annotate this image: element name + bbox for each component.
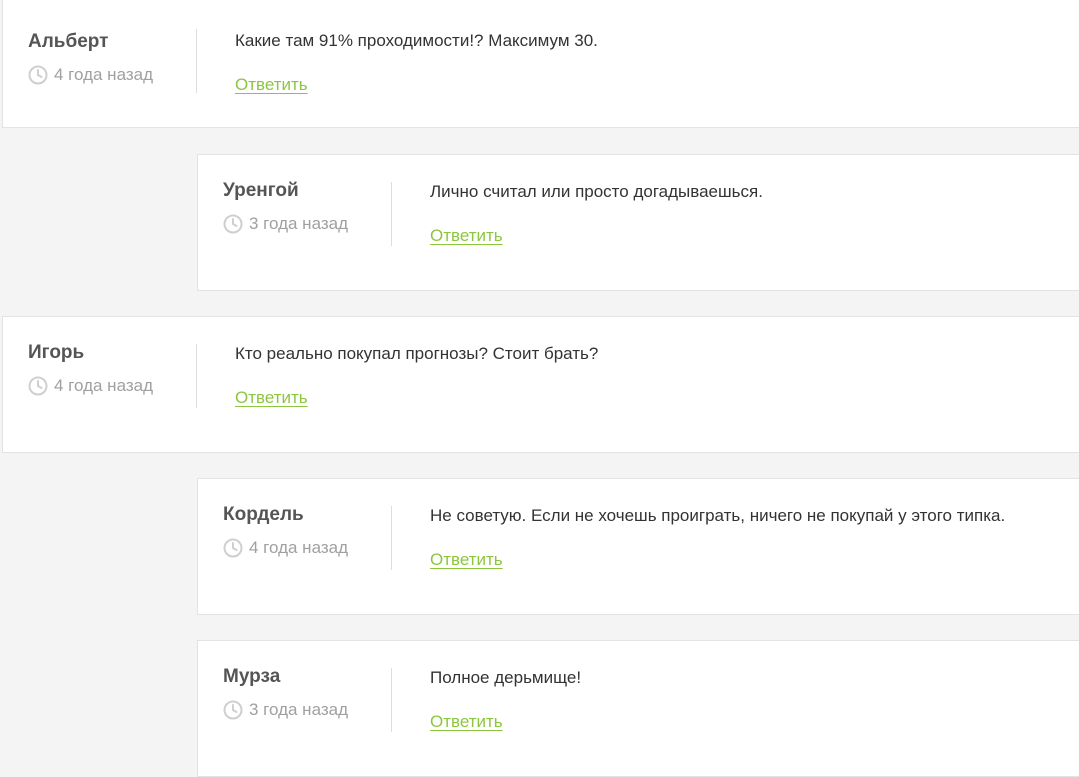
comment: Игорь 4 года назад Кто реально покупал п… — [2, 316, 1079, 453]
comment-meta: Уренгой 3 года назад — [223, 180, 393, 234]
comment-divider — [391, 506, 392, 570]
comment: Мурза 3 года назад Полное дерьмище! Отве… — [197, 640, 1079, 777]
comment-meta: Мурза 3 года назад — [223, 666, 393, 720]
comment-divider — [196, 29, 197, 93]
reply-link[interactable]: Ответить — [235, 387, 308, 409]
clock-icon — [28, 376, 48, 396]
comment-date-row: 4 года назад — [28, 65, 198, 85]
comment-author: Уренгой — [223, 180, 299, 201]
clock-icon — [28, 65, 48, 85]
comment-date: 4 года назад — [54, 65, 154, 84]
comment-divider — [391, 182, 392, 246]
comment-date: 4 года назад — [54, 376, 154, 395]
comment-meta: Кордель 4 года назад — [223, 504, 393, 558]
clock-icon — [223, 538, 243, 558]
comment-divider — [196, 344, 197, 408]
comment: Альберт 4 года назад Какие там 91% прохо… — [2, 0, 1079, 128]
comment-author: Мурза — [223, 666, 281, 687]
comment-body: Полное дерьмище! Ответить — [430, 667, 1059, 733]
comment-date-row: 3 года назад — [223, 214, 393, 234]
comment-text: Какие там 91% проходимости!? Максимум 30… — [235, 31, 598, 50]
comment-meta: Альберт 4 года назад — [28, 31, 198, 85]
comment-date-row: 3 года назад — [223, 700, 393, 720]
comment-text: Кто реально покупал прогнозы? Стоит брат… — [235, 344, 599, 363]
clock-icon — [223, 214, 243, 234]
comment-date-row: 4 года назад — [223, 538, 393, 558]
comment-date: 4 года назад — [249, 538, 349, 557]
comment-text: Лично считал или просто догадываешься. — [430, 182, 763, 201]
comment-text: Не советую. Если не хочешь проиграть, ни… — [430, 506, 1006, 525]
comment: Уренгой 3 года назад Лично считал или пр… — [197, 154, 1079, 291]
reply-link[interactable]: Ответить — [430, 711, 503, 733]
comment-author: Кордель — [223, 504, 304, 525]
comment-author: Альберт — [28, 31, 109, 52]
comment-body: Лично считал или просто догадываешься. О… — [430, 181, 1059, 247]
reply-link[interactable]: Ответить — [430, 549, 503, 571]
comment-date-row: 4 года назад — [28, 376, 198, 396]
reply-link[interactable]: Ответить — [235, 74, 308, 96]
comment-body: Какие там 91% проходимости!? Максимум 30… — [235, 30, 1059, 96]
comment-text: Полное дерьмище! — [430, 668, 582, 687]
comment-date: 3 года назад — [249, 700, 349, 719]
reply-link[interactable]: Ответить — [430, 225, 503, 247]
comment-divider — [391, 668, 392, 732]
comment: Кордель 4 года назад Не советую. Если не… — [197, 478, 1079, 615]
comment-body: Не советую. Если не хочешь проиграть, ни… — [430, 505, 1059, 571]
comment-date: 3 года назад — [249, 214, 349, 233]
clock-icon — [223, 700, 243, 720]
comment-meta: Игорь 4 года назад — [28, 342, 198, 396]
comment-author: Игорь — [28, 342, 85, 363]
comment-body: Кто реально покупал прогнозы? Стоит брат… — [235, 343, 1059, 409]
